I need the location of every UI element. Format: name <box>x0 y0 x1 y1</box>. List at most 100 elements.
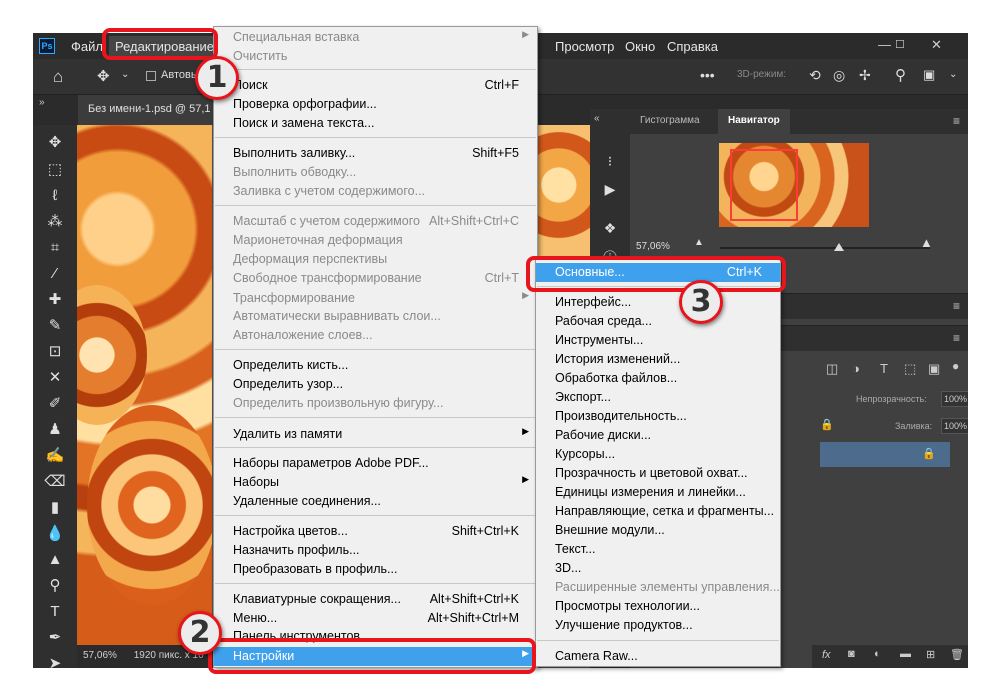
document-tab[interactable]: Без имени-1.psd @ 57,1 <box>78 95 223 125</box>
maximize-icon[interactable]: ☐ <box>895 38 905 51</box>
menu-item-perspective-warp[interactable]: Деформация перспективы <box>214 250 537 269</box>
folder-icon[interactable]: ▬ <box>900 648 911 660</box>
panel-menu-icon[interactable]: ≡ <box>953 299 960 313</box>
zoom-readout[interactable]: 57,06% <box>83 650 117 661</box>
gradient-tool-icon[interactable]: ▮ <box>44 498 66 518</box>
pencil-tool-icon[interactable]: ✐ <box>44 394 66 414</box>
pen-tool-icon[interactable]: ✒ <box>44 628 66 648</box>
submenu-item-3d[interactable]: 3D... <box>536 559 780 578</box>
menu-item-define-pattern[interactable]: Определить узор... <box>214 375 537 394</box>
fx-icon[interactable]: fx <box>822 649 831 661</box>
libraries-panel-icon[interactable]: ❖ <box>600 218 620 238</box>
filter-adjustment-icon[interactable]: ◑ <box>852 361 860 376</box>
chevron-down-icon[interactable]: ⌄ <box>949 69 957 80</box>
submenu-item-cursors[interactable]: Курсоры... <box>536 445 780 464</box>
menu-item-find-replace[interactable]: Поиск и замена текста... <box>214 114 537 133</box>
autoselect-checkbox[interactable] <box>146 71 156 81</box>
menu-help[interactable]: Справка <box>667 39 718 54</box>
menu-item-convert-to-profile[interactable]: Преобразовать в профиль... <box>214 560 537 579</box>
fill-field[interactable]: 100% <box>941 418 968 434</box>
menu-file[interactable]: Файл <box>71 39 103 54</box>
menu-item-spell-check[interactable]: Проверка орфографии... <box>214 95 537 114</box>
submenu-item-tools[interactable]: Инструменты... <box>536 331 780 350</box>
menu-item-keyboard-shortcuts[interactable]: Клавиатурные сокращения... Alt+Shift+Ctrl… <box>214 590 537 609</box>
zoom-slider-handle[interactable] <box>834 243 844 251</box>
filter-toggle-icon[interactable]: ● <box>952 359 959 373</box>
submenu-item-camera-raw[interactable]: Camera Raw... <box>536 647 780 666</box>
menu-item-paste-special[interactable]: Специальная вставка ▶ <box>214 28 537 47</box>
menu-item-assign-profile[interactable]: Назначить профиль... <box>214 541 537 560</box>
menu-item-transform[interactable]: Трансформирование ▶ <box>214 289 537 308</box>
menu-item-auto-blend-layers[interactable]: Автоналожение слоев... <box>214 326 537 345</box>
crop-tool-icon[interactable]: ⌗ <box>44 238 66 258</box>
menu-item-stroke[interactable]: Выполнить обводку... <box>214 163 537 182</box>
path-selection-tool-icon[interactable]: ➤ <box>44 654 66 668</box>
submenu-item-performance[interactable]: Производительность... <box>536 407 780 426</box>
3d-orbit-icon[interactable]: ⟲ <box>809 67 821 84</box>
filter-type-icon[interactable]: T <box>880 361 888 376</box>
eyedropper-tool-icon[interactable]: ⁄ <box>44 264 66 284</box>
menu-item-define-custom-shape[interactable]: Определить произвольную фигуру... <box>214 394 537 413</box>
trash-icon[interactable]: 🗑 <box>950 648 964 661</box>
submenu-item-scratch-disks[interactable]: Рабочие диски... <box>536 426 780 445</box>
submenu-item-file-handling[interactable]: Обработка файлов... <box>536 369 780 388</box>
document-canvas[interactable] <box>77 125 212 645</box>
menu-item-content-aware-fill[interactable]: Заливка с учетом содержимого... <box>214 182 537 201</box>
menu-item-define-brush[interactable]: Определить кисть... <box>214 356 537 375</box>
menu-item-search[interactable]: Поиск Ctrl+F <box>214 76 537 95</box>
filter-smart-icon[interactable]: ▣ <box>928 361 940 377</box>
menu-item-adobe-pdf-presets[interactable]: Наборы параметров Adobe PDF... <box>214 454 537 473</box>
filter-pixel-icon[interactable]: ◫ <box>826 361 838 377</box>
clone-stamp-tool-icon[interactable]: ♟ <box>44 420 66 440</box>
expand-panels-icon[interactable]: « <box>594 113 600 124</box>
submenu-item-plugins[interactable]: Внешние модули... <box>536 521 780 540</box>
menu-item-puppet-warp[interactable]: Марионеточная деформация <box>214 231 537 250</box>
submenu-item-export[interactable]: Экспорт... <box>536 388 780 407</box>
collapse-toolbar-icon[interactable]: » <box>39 97 45 108</box>
submenu-item-guides-grid-slices[interactable]: Направляющие, сетка и фрагменты... <box>536 502 780 521</box>
minimize-icon[interactable]: — <box>878 37 891 52</box>
submenu-item-technology-previews[interactable]: Просмотры технологии... <box>536 597 780 616</box>
zoom-slider[interactable] <box>720 247 930 249</box>
zoom-in-icon[interactable]: ▲ <box>920 235 933 250</box>
3d-roll-icon[interactable]: ◎ <box>833 67 845 84</box>
filter-shape-icon[interactable]: ⬚ <box>904 361 916 377</box>
layer-row[interactable]: 🔒 <box>820 442 950 467</box>
home-icon[interactable]: ⌂ <box>53 67 63 87</box>
panel-menu-icon[interactable]: ≡ <box>953 114 960 128</box>
submenu-item-history-log[interactable]: История изменений... <box>536 350 780 369</box>
submenu-item-enhanced-controls[interactable]: Расширенные элементы управления... <box>536 578 780 597</box>
menu-item-purge[interactable]: Удалить из памяти ▶ <box>214 425 537 444</box>
blur-tool-icon[interactable]: 💧 <box>44 524 66 544</box>
3d-pan-icon[interactable]: ✢ <box>859 67 871 84</box>
menu-item-fill[interactable]: Выполнить заливку... Shift+F5 <box>214 144 537 163</box>
lock-icon[interactable]: 🔒 <box>820 418 834 431</box>
properties-panel-icon[interactable]: ⁝ <box>600 151 620 171</box>
menu-item-free-transform[interactable]: Свободное трансформирование Ctrl+T <box>214 269 537 288</box>
more-options-icon[interactable]: ••• <box>700 67 715 83</box>
tab-navigator[interactable]: Навигатор <box>718 109 790 134</box>
menu-item-presets[interactable]: Наборы ▶ <box>214 473 537 492</box>
marquee-tool-icon[interactable]: ⬚ <box>44 160 66 180</box>
submenu-item-product-improvement[interactable]: Улучшение продуктов... <box>536 616 780 635</box>
move-tool-icon[interactable]: ✥ <box>44 133 66 153</box>
healing-brush-tool-icon[interactable]: ✚ <box>44 290 66 310</box>
panel-menu-icon[interactable]: ≡ <box>953 331 960 345</box>
workspace-icon[interactable]: ▣ <box>923 67 935 83</box>
submenu-item-workspace[interactable]: Рабочая среда... <box>536 312 780 331</box>
navigator-view-box[interactable] <box>730 149 798 221</box>
opacity-field[interactable]: 100% <box>941 391 968 407</box>
layer-mask-icon[interactable]: ◙ <box>848 648 855 660</box>
pattern-stamp-tool-icon[interactable]: ✕ <box>44 368 66 388</box>
actions-play-icon[interactable]: ▶ <box>600 179 620 199</box>
dodge-tool-icon[interactable]: ⚲ <box>44 576 66 596</box>
navigator-zoom-value[interactable]: 57,06% <box>636 241 670 252</box>
submenu-item-interface[interactable]: Интерфейс... <box>536 293 780 312</box>
lasso-tool-icon[interactable]: ℓ <box>44 186 66 206</box>
brush-tool-icon[interactable]: ✎ <box>44 316 66 336</box>
tab-histogram[interactable]: Гистограмма <box>630 109 710 134</box>
menu-window[interactable]: Окно <box>625 39 655 54</box>
search-icon[interactable]: ⚲ <box>895 66 906 84</box>
menu-item-menus[interactable]: Меню... Alt+Shift+Ctrl+M <box>214 609 537 628</box>
menu-item-content-aware-scale[interactable]: Масштаб с учетом содержимого Alt+Shift+Ct… <box>214 212 537 231</box>
